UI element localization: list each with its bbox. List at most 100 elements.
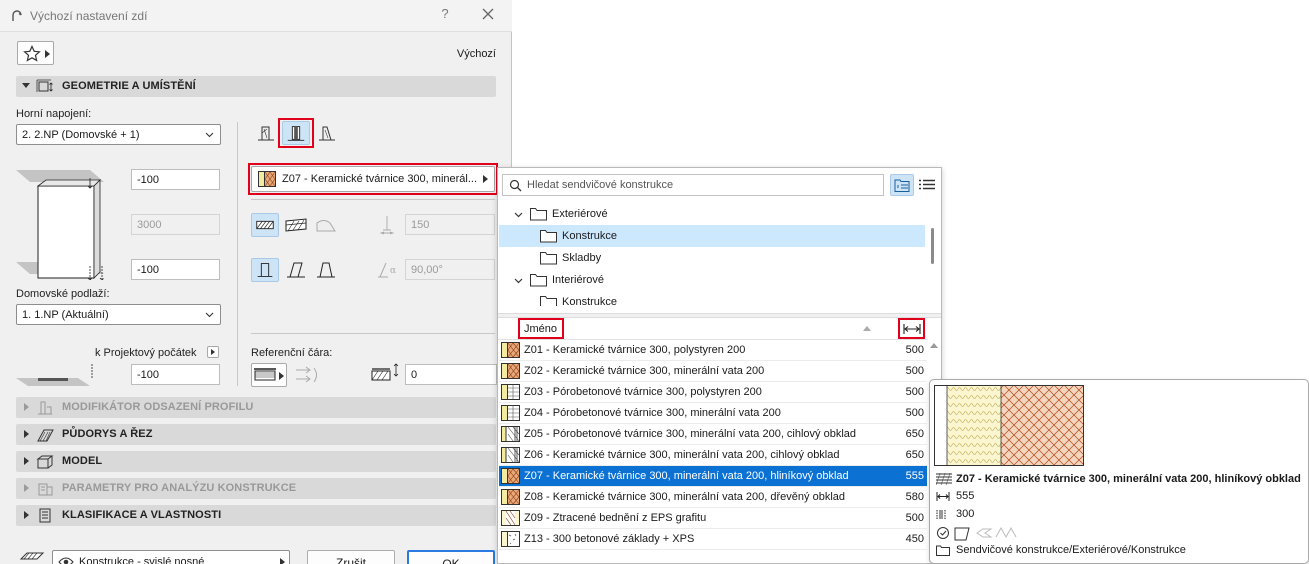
menu-arrow-icon — [279, 372, 284, 380]
wall-geometry-straight-icon[interactable] — [252, 121, 280, 145]
top-link-select[interactable]: 2. 2.NP (Domovské + 1) — [16, 124, 221, 145]
column-name-header[interactable]: Jméno — [524, 323, 557, 335]
thickness-column-icon[interactable] — [903, 323, 921, 335]
composite-list-row[interactable]: Z08 - Keramické tvárnice 300, minerální … — [499, 487, 927, 508]
composite-name: Z01 - Keramické tvárnice 300, polystyren… — [524, 344, 746, 356]
menu-arrow-icon — [483, 175, 488, 183]
composite-name: Z05 - Pórobetonové tvárnice 300, minerál… — [524, 428, 857, 440]
tree-folder-exterior-structures[interactable]: Konstrukce — [499, 225, 925, 247]
composite-list-row[interactable]: Z04 - Pórobetonové tvárnice 300, minerál… — [499, 403, 927, 424]
folder-icon — [530, 208, 547, 221]
project-zero-menu-button[interactable] — [207, 346, 219, 358]
composite-structure-icon — [258, 171, 276, 187]
composite-list-row[interactable]: Z05 - Pórobetonové tvárnice 300, minerál… — [499, 424, 927, 445]
chevron-down-icon — [205, 132, 214, 138]
structure-composite-icon[interactable] — [282, 213, 310, 237]
preview-total-thickness: 555 — [936, 490, 974, 502]
composite-structure-icon — [501, 342, 520, 358]
svg-text:α: α — [390, 266, 396, 276]
wall-slanted-icon[interactable] — [282, 258, 310, 282]
title-bar: Výchozí nastavení zdí ? — [0, 0, 512, 32]
folder-icon — [540, 252, 557, 265]
sort-ascending-icon[interactable] — [863, 326, 871, 331]
top-offset-field[interactable]: -100 — [131, 169, 220, 190]
composite-list-row[interactable]: Z13 - 300 betonové základy + XPS 450 — [499, 529, 927, 550]
composite-name: Z09 - Ztracené bednění z EPS grafitu — [524, 512, 707, 524]
list-header: Jméno — [498, 318, 928, 340]
close-icon[interactable] — [480, 6, 496, 22]
project-zero-diagram — [16, 364, 93, 386]
help-button[interactable]: ? — [438, 6, 452, 21]
list-view-button[interactable] — [916, 174, 938, 196]
composite-structure-icon — [501, 531, 520, 547]
project-zero-field[interactable]: -100 — [131, 364, 220, 385]
section-plan-section[interactable]: PŮDORYS A ŘEZ — [16, 424, 496, 445]
composite-structure-icon — [936, 473, 952, 486]
structure-profile-icon[interactable] — [312, 213, 340, 237]
wall-double-slanted-icon[interactable] — [312, 258, 340, 282]
wall-geometry-profile-icon[interactable] — [313, 121, 341, 145]
structure-basic-icon[interactable] — [251, 213, 279, 237]
wall-vertical-icon[interactable] — [251, 258, 279, 282]
composite-list-row[interactable]: Z09 - Ztracené bednění z EPS grafitu 500 — [499, 508, 927, 529]
composite-structure-icon — [501, 468, 520, 484]
composite-list-row[interactable]: Z01 - Keramické tvárnice 300, polystyren… — [499, 340, 927, 361]
tree-view-button[interactable] — [890, 174, 914, 196]
tree-folder-exterior[interactable]: Exteriérové — [499, 203, 925, 225]
composite-thickness: 450 — [905, 533, 924, 545]
bottom-offset-field[interactable]: -100 — [131, 259, 220, 280]
composite-name: Z03 - Pórobetonové tvárnice 300, polysty… — [524, 386, 762, 398]
geometry-icon — [36, 79, 53, 92]
reference-line-select[interactable] — [251, 363, 287, 387]
composite-select-button[interactable]: Z07 - Keramické tvárnice 300, minerál... — [251, 166, 495, 192]
angle-icon: α — [378, 262, 396, 278]
composite-thickness: 500 — [905, 344, 924, 356]
tree-folder-interior[interactable]: Interiérové — [499, 269, 925, 291]
expand-triangle-icon — [24, 457, 29, 465]
favorites-button[interactable] — [17, 41, 54, 65]
composite-structure-icon — [501, 405, 520, 421]
section-label: PŮDORYS A ŘEZ — [62, 428, 153, 440]
model-icon — [36, 455, 54, 469]
list-icon — [919, 179, 935, 190]
structural-analysis-icon — [38, 483, 53, 496]
expand-triangle-icon — [24, 430, 29, 438]
flip-reference-icon[interactable] — [294, 364, 320, 386]
composite-name: Z06 - Keramické tvárnice 300, minerální … — [524, 449, 840, 461]
home-story-select[interactable]: 1. 1.NP (Aktuální) — [16, 304, 221, 325]
composite-section-preview — [934, 385, 1084, 466]
divider — [251, 199, 495, 200]
search-icon — [509, 179, 522, 192]
composite-search-input[interactable]: Hledat sendvičové konstrukce — [502, 174, 884, 196]
composite-list-row[interactable]: Z03 - Pórobetonové tvárnice 300, polysty… — [499, 382, 927, 403]
ok-button[interactable]: OK — [407, 550, 495, 564]
wall-geometry-composite-icon[interactable] — [282, 121, 310, 145]
wall-height-diagram — [16, 170, 105, 281]
section-geometry[interactable]: GEOMETRIE A UMÍSTĚNÍ — [16, 76, 496, 97]
cancel-button[interactable]: Zrušit — [307, 550, 395, 564]
folder-tree-icon — [894, 179, 910, 192]
composite-preview-tooltip: Z07 - Keramické tvárnice 300, minerální … — [929, 379, 1309, 564]
plan-section-icon — [37, 429, 54, 442]
reference-offset-field[interactable]: 0 — [405, 364, 497, 385]
section-classification[interactable]: KLASIFIKACE A VLASTNOSTI — [16, 505, 496, 526]
composite-list-row[interactable]: Z02 - Keramické tvárnice 300, minerální … — [499, 361, 927, 382]
expand-triangle-icon — [24, 403, 29, 411]
composite-thickness: 580 — [905, 491, 924, 503]
preview-path: Sendvičové konstrukce/Exteriérové/Konstr… — [936, 544, 1186, 556]
tree-folder-exterior-assemblies[interactable]: Skladby — [499, 247, 925, 269]
layer-select[interactable]: Konstrukce - svislé nosné — [52, 550, 290, 564]
thickness-field: 150 — [405, 214, 495, 235]
search-placeholder: Hledat sendvičové konstrukce — [527, 179, 674, 191]
section-model[interactable]: MODEL — [16, 451, 496, 472]
composite-list-row[interactable]: Z06 - Keramické tvárnice 300, minerální … — [499, 445, 927, 466]
scroll-up-icon[interactable] — [930, 343, 938, 348]
chevron-down-icon — [205, 312, 214, 318]
tree-scrollbar[interactable] — [931, 228, 934, 264]
wall-height-field: 3000 — [131, 214, 220, 235]
tree-folder-interior-structures[interactable]: Konstrukce — [499, 291, 925, 306]
composite-thickness: 500 — [905, 365, 924, 377]
top-link-label: Horní napojení: — [16, 108, 92, 120]
composite-list-row[interactable]: Z07 - Keramické tvárnice 300, minerální … — [499, 466, 927, 487]
composite-structure-icon — [501, 489, 520, 505]
